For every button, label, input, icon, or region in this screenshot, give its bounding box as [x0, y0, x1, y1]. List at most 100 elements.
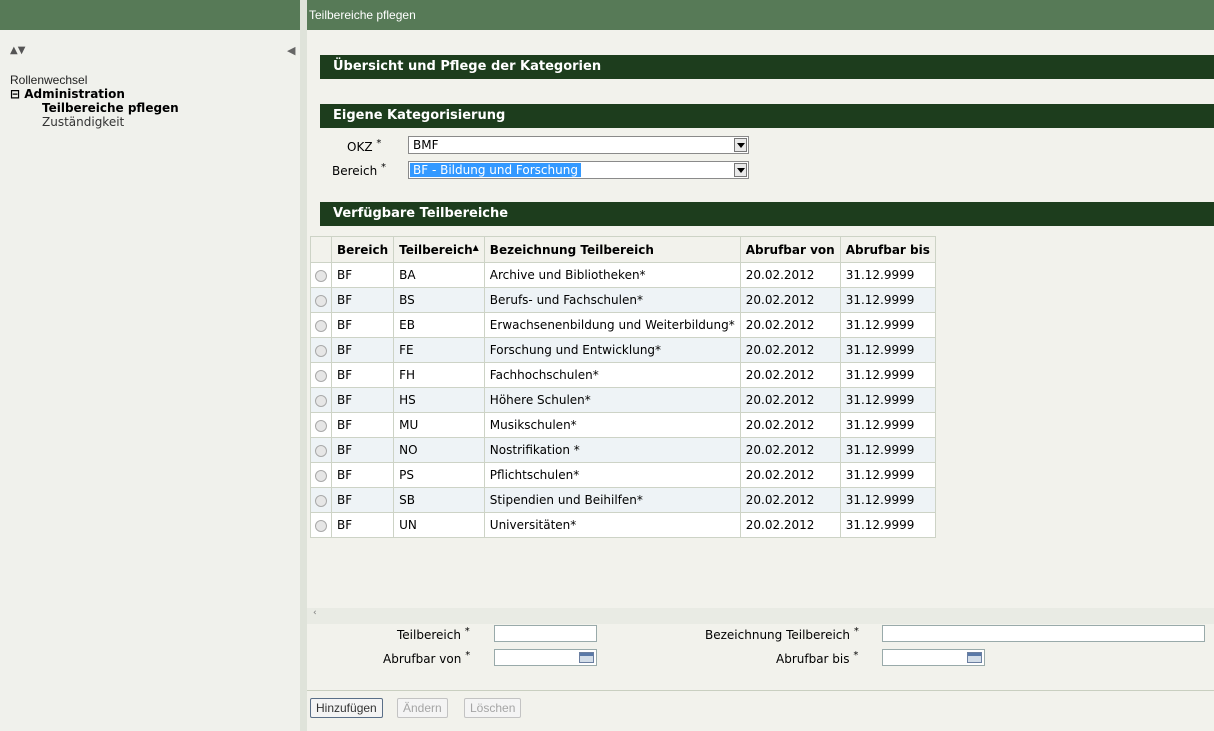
- table-row[interactable]: BF PS Pflichtschulen* 20.02.2012 31.12.9999: [310, 462, 936, 488]
- scroll-left-icon[interactable]: ‹: [313, 608, 317, 618]
- cell-abrufbar-von: 20.02.2012: [739, 487, 841, 513]
- cell-bezeichnung: Forschung und Entwicklung*: [483, 337, 741, 363]
- cell-teilbereich: NO: [393, 437, 485, 463]
- cell-bezeichnung: Fachhochschulen*: [483, 362, 741, 388]
- row-select-cell: [310, 387, 332, 413]
- cell-bereich: BF: [330, 312, 395, 338]
- table-row[interactable]: BF NO Nostrifikation * 20.02.2012 31.12.9999: [310, 437, 936, 463]
- row-select-cell: [310, 512, 332, 538]
- section-title-available: Verfügbare Teilbereiche: [320, 202, 1214, 226]
- cell-abrufbar-bis: 31.12.9999: [839, 512, 936, 538]
- calendar-icon[interactable]: [967, 652, 982, 663]
- row-select-cell: [310, 312, 332, 338]
- table-header-row: Bereich Teilbereich▲ Bezeichnung Teilber…: [310, 236, 936, 263]
- cell-abrufbar-von: 20.02.2012: [739, 462, 841, 488]
- cell-teilbereich: UN: [393, 512, 485, 538]
- column-header-select: [310, 236, 332, 263]
- cell-abrufbar-von: 20.02.2012: [739, 437, 841, 463]
- table-row[interactable]: BF EB Erwachsenenbildung und Weiterbildung…: [310, 312, 936, 338]
- row-select-cell: [310, 287, 332, 313]
- dropdown-arrow-icon[interactable]: [734, 138, 747, 152]
- row-radio-button[interactable]: [315, 444, 327, 457]
- change-button[interactable]: Ändern: [397, 698, 448, 718]
- cell-teilbereich: FE: [393, 337, 485, 363]
- row-radio-button[interactable]: [315, 469, 327, 482]
- sidebar-item-label: Administration: [24, 87, 125, 101]
- table-row[interactable]: BF FH Fachhochschulen* 20.02.2012 31.12.9999: [310, 362, 936, 388]
- tree-collapse-icon[interactable]: ⊟: [10, 87, 20, 101]
- cell-teilbereich: FH: [393, 362, 485, 388]
- bereich-label: Bereich *: [332, 162, 387, 178]
- cell-bereich: BF: [330, 262, 395, 288]
- cell-teilbereich: MU: [393, 412, 485, 438]
- table-row[interactable]: BF SB Stipendien und Beihilfen* 20.02.2012 3…: [310, 487, 936, 513]
- cell-abrufbar-bis: 31.12.9999: [839, 487, 936, 513]
- column-header-abrufbar-von[interactable]: Abrufbar von: [739, 236, 841, 263]
- row-select-cell: [310, 262, 332, 288]
- cell-bezeichnung: Berufs- und Fachschulen*: [483, 287, 741, 313]
- cell-abrufbar-bis: 31.12.9999: [839, 387, 936, 413]
- dropdown-arrow-icon[interactable]: [734, 163, 747, 177]
- sidebar-header-bar: [0, 0, 300, 30]
- okz-label: OKZ *: [347, 138, 382, 154]
- row-radio-button[interactable]: [315, 319, 327, 332]
- cell-abrufbar-von: 20.02.2012: [739, 387, 841, 413]
- bezeichnung-input[interactable]: [882, 625, 1205, 642]
- column-header-teilbereich[interactable]: Teilbereich▲: [393, 236, 485, 263]
- row-select-cell: [310, 462, 332, 488]
- teilbereich-input-label: Teilbereich *: [397, 626, 470, 642]
- delete-button[interactable]: Löschen: [464, 698, 522, 718]
- column-header-bereich[interactable]: Bereich: [330, 236, 395, 263]
- sidebar-item-administration[interactable]: ⊟ Administration: [10, 87, 179, 101]
- row-select-cell: [310, 412, 332, 438]
- cell-bezeichnung: Musikschulen*: [483, 412, 741, 438]
- sidebar-item-zustaendigkeit[interactable]: Zuständigkeit: [10, 115, 179, 129]
- sidebar-item-teilbereiche-pflegen[interactable]: Teilbereiche pflegen: [10, 101, 179, 115]
- okz-select[interactable]: BMF: [408, 136, 749, 154]
- cell-bezeichnung: Nostrifikation *: [483, 437, 741, 463]
- cell-abrufbar-von: 20.02.2012: [739, 412, 841, 438]
- cell-abrufbar-von: 20.02.2012: [739, 312, 841, 338]
- row-radio-button[interactable]: [315, 344, 327, 357]
- teilbereich-input[interactable]: [494, 625, 597, 642]
- section-title-overview: Übersicht und Pflege der Kategorien: [320, 55, 1214, 79]
- table-row[interactable]: BF BA Archive und Bibliotheken* 20.02.2012 3…: [310, 262, 936, 288]
- abrufbar-bis-label: Abrufbar bis *: [776, 650, 859, 666]
- cell-abrufbar-von: 20.02.2012: [739, 362, 841, 388]
- calendar-icon[interactable]: [579, 652, 594, 663]
- sidebar-item-rollenwechsel[interactable]: Rollenwechsel: [10, 73, 179, 87]
- row-radio-button[interactable]: [315, 369, 327, 382]
- row-radio-button[interactable]: [315, 269, 327, 282]
- splitter[interactable]: [300, 0, 307, 731]
- table-row[interactable]: BF FE Forschung und Entwicklung* 20.02.2012…: [310, 337, 936, 363]
- row-radio-button[interactable]: [315, 419, 327, 432]
- cell-abrufbar-von: 20.02.2012: [739, 337, 841, 363]
- row-select-cell: [310, 437, 332, 463]
- cell-abrufbar-bis: 31.12.9999: [839, 437, 936, 463]
- collapse-sidebar-icon[interactable]: ◀: [287, 44, 295, 57]
- teilbereiche-table: Bereich Teilbereich▲ Bezeichnung Teilber…: [310, 236, 936, 538]
- cell-bezeichnung: Stipendien und Beihilfen*: [483, 487, 741, 513]
- cell-bezeichnung: Pflichtschulen*: [483, 462, 741, 488]
- okz-selected-value: BMF: [413, 138, 439, 152]
- bereich-select[interactable]: BF - Bildung und Forschung: [408, 161, 749, 179]
- row-radio-button[interactable]: [315, 519, 327, 532]
- table-row[interactable]: BF UN Universitäten* 20.02.2012 31.12.9999: [310, 512, 936, 538]
- sort-asc-icon: ▲: [472, 242, 479, 252]
- cell-bereich: BF: [330, 412, 395, 438]
- row-radio-button[interactable]: [315, 394, 327, 407]
- cell-abrufbar-von: 20.02.2012: [739, 287, 841, 313]
- table-row[interactable]: BF HS Höhere Schulen* 20.02.2012 31.12.9999: [310, 387, 936, 413]
- horizontal-scrollbar[interactable]: ‹: [307, 608, 1214, 624]
- cell-abrufbar-bis: 31.12.9999: [839, 337, 936, 363]
- column-header-bezeichnung[interactable]: Bezeichnung Teilbereich: [483, 236, 741, 263]
- add-button[interactable]: Hinzufügen: [310, 698, 383, 718]
- row-radio-button[interactable]: [315, 294, 327, 307]
- row-radio-button[interactable]: [315, 494, 327, 507]
- table-row[interactable]: BF MU Musikschulen* 20.02.2012 31.12.9999: [310, 412, 936, 438]
- sort-arrows-icon[interactable]: ▲▼: [10, 45, 25, 56]
- cell-bereich: BF: [330, 287, 395, 313]
- cell-bereich: BF: [330, 362, 395, 388]
- column-header-abrufbar-bis[interactable]: Abrufbar bis: [839, 236, 936, 263]
- table-row[interactable]: BF BS Berufs- und Fachschulen* 20.02.2012 31…: [310, 287, 936, 313]
